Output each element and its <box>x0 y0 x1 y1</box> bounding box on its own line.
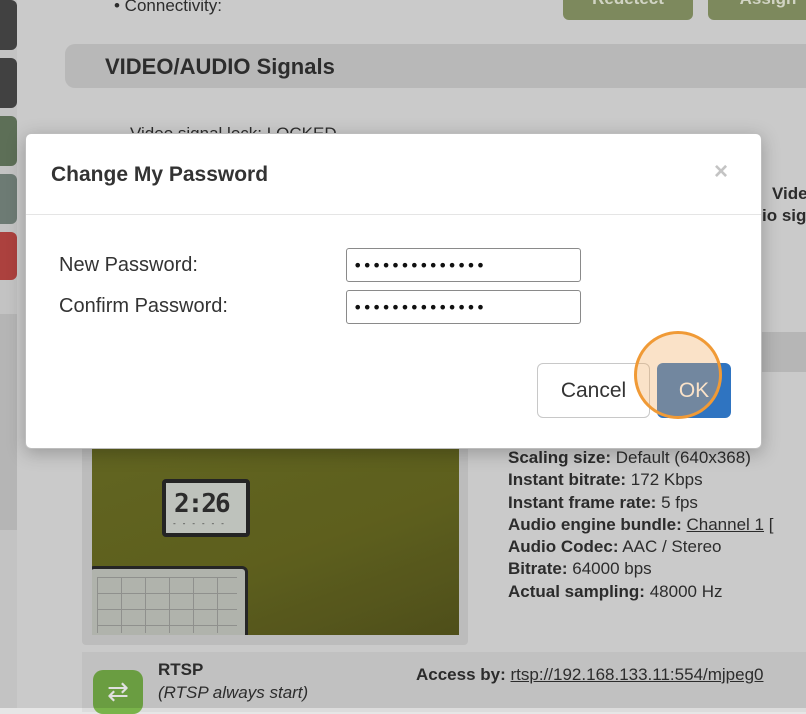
new-password-input[interactable] <box>346 248 581 282</box>
dialog-divider <box>26 214 761 215</box>
cancel-button[interactable]: Cancel <box>537 363 650 418</box>
confirm-password-input[interactable] <box>346 290 581 324</box>
change-password-dialog: Change My Password × New Password: Confi… <box>25 133 762 449</box>
ok-button[interactable]: OK <box>657 363 731 418</box>
close-icon[interactable]: × <box>714 158 728 186</box>
confirm-password-label: Confirm Password: <box>59 295 228 317</box>
new-password-label: New Password: <box>59 254 198 276</box>
dialog-title: Change My Password <box>51 163 269 186</box>
